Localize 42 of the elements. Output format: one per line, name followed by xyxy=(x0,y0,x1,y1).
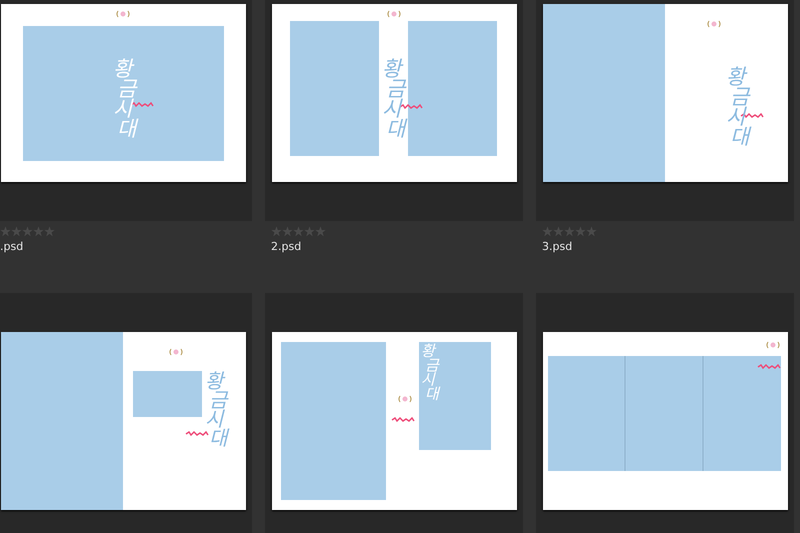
wreath-icon xyxy=(116,10,129,18)
script-mark xyxy=(757,364,780,370)
file-name[interactable]: 2.psd xyxy=(271,240,302,253)
star-icon xyxy=(0,226,11,237)
wreath-icon xyxy=(707,20,720,28)
wreath-icon xyxy=(766,342,779,348)
star-icon xyxy=(304,226,315,237)
photo-placeholder xyxy=(132,371,202,417)
star-icon xyxy=(542,226,553,237)
star-rating[interactable] xyxy=(542,226,597,237)
title-calligraphy: 황금시대 xyxy=(420,340,438,404)
thumbnail-card[interactable]: 황금시대 xyxy=(265,293,523,533)
star-icon xyxy=(315,226,326,237)
wreath-icon xyxy=(169,348,182,356)
star-rating[interactable] xyxy=(0,226,55,237)
title-calligraphy: 황금시대 xyxy=(112,53,136,143)
script-mark xyxy=(391,416,414,422)
star-icon xyxy=(282,226,293,237)
thumbnail-card[interactable]: 황금시대 xyxy=(536,0,794,221)
star-icon xyxy=(293,226,304,237)
star-icon xyxy=(11,226,22,237)
star-icon xyxy=(575,226,586,237)
star-icon xyxy=(553,226,564,237)
file-name[interactable]: .psd xyxy=(0,240,24,253)
thumbnail-card[interactable]: 황금시대 xyxy=(0,293,252,533)
thumbnail-card[interactable]: 황금시대 xyxy=(265,0,523,221)
title-calligraphy: 황금시대 xyxy=(382,53,405,143)
thumbnail-card[interactable] xyxy=(536,293,794,533)
wreath-icon xyxy=(398,396,411,402)
star-icon xyxy=(33,226,44,237)
star-rating[interactable] xyxy=(271,226,326,237)
star-icon xyxy=(271,226,282,237)
file-name[interactable]: 3.psd xyxy=(542,240,572,253)
star-icon xyxy=(586,226,597,237)
star-icon xyxy=(564,226,575,237)
title-calligraphy: 황금시대 xyxy=(204,365,227,451)
wreath-icon xyxy=(387,10,400,18)
script-mark xyxy=(185,430,208,436)
star-icon xyxy=(22,226,33,237)
star-icon xyxy=(44,226,55,237)
thumbnail-card[interactable]: 황금시대 xyxy=(0,0,252,221)
title-calligraphy: 황금시대 xyxy=(726,61,749,151)
